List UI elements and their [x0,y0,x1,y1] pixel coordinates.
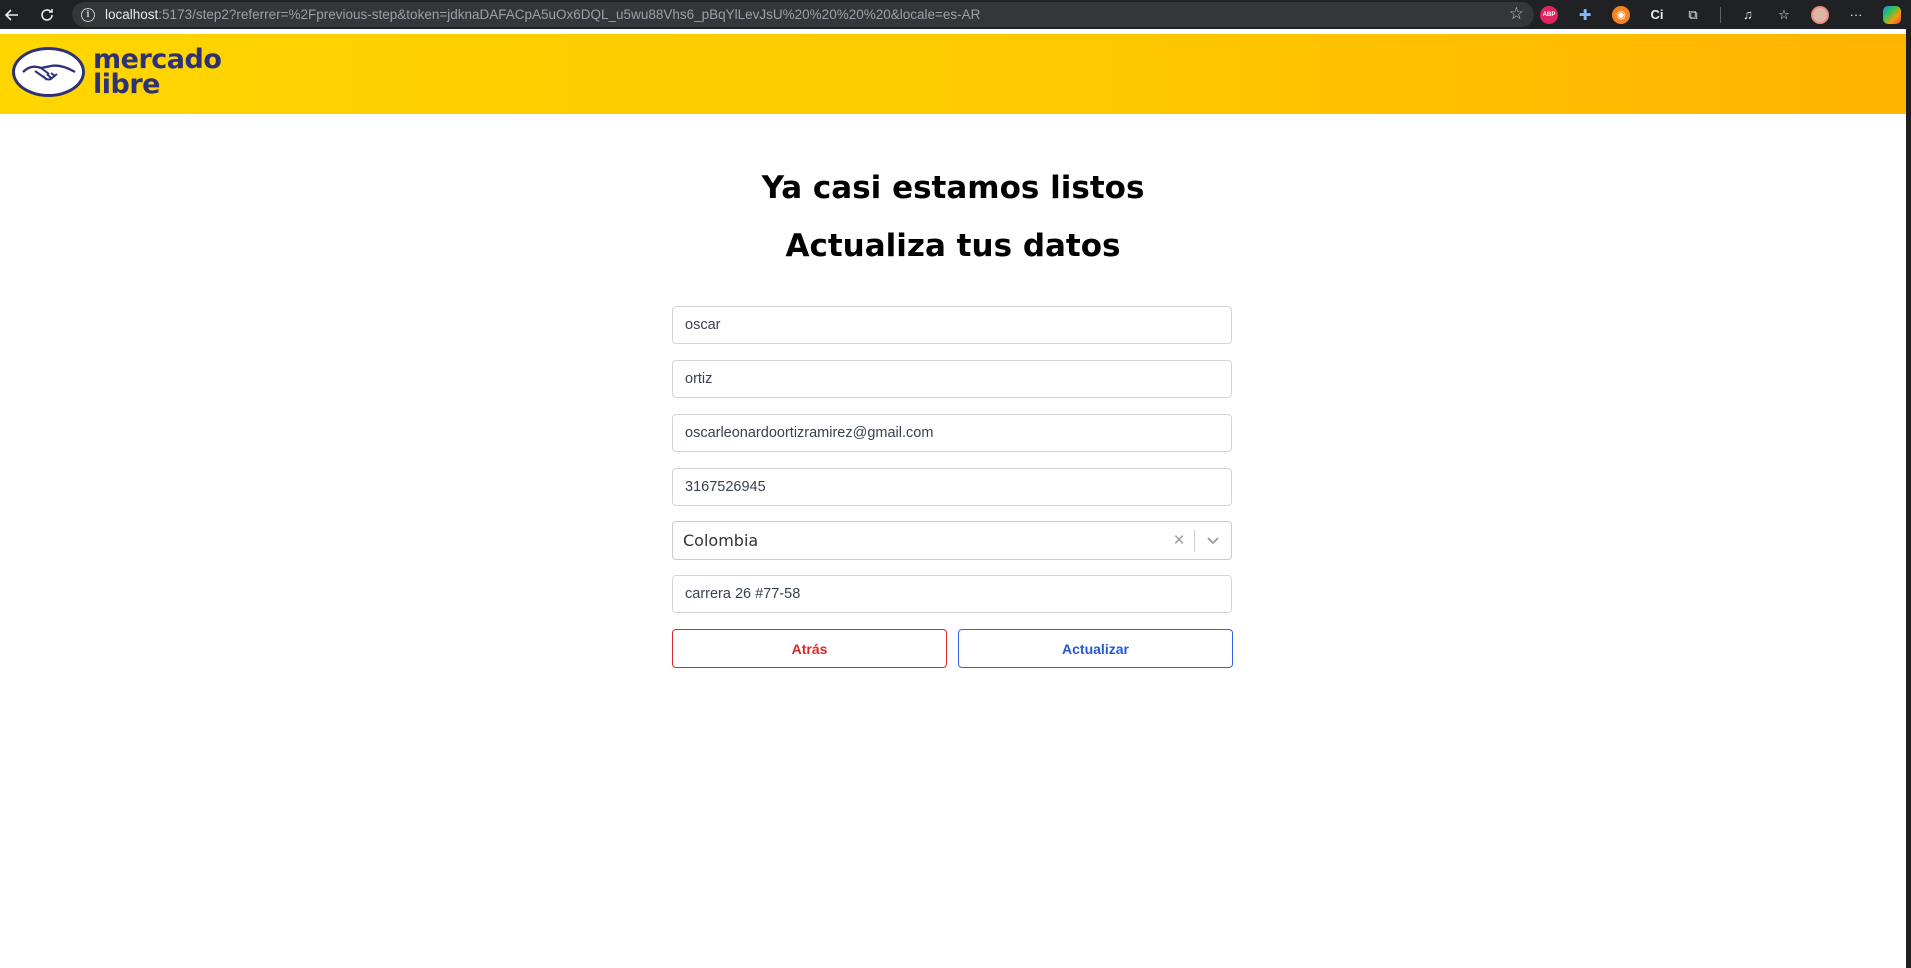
more-icon[interactable]: ··· [1847,6,1865,24]
back-button[interactable]: Atrás [672,629,947,668]
reload-icon[interactable] [34,2,60,28]
abp-icon[interactable]: ABP [1540,5,1558,24]
puzzle-icon[interactable]: ⧉ [1684,6,1702,24]
page-subtitle: Actualiza tus datos [785,228,1121,264]
chevron-down-icon[interactable] [1195,536,1231,546]
email-field[interactable] [672,414,1232,452]
extension-icon[interactable]: ✚ [1576,6,1594,24]
handshake-icon [12,47,85,97]
first-name-field[interactable] [672,306,1232,344]
update-button[interactable]: Actualizar [958,629,1233,668]
last-name-field[interactable] [672,360,1232,398]
copilot-icon[interactable] [1883,5,1901,24]
country-select[interactable]: Colombia × [672,521,1232,560]
logo-text: mercado libre [93,44,222,100]
page-title: Ya casi estamos listos [761,170,1145,206]
favorites-icon[interactable]: ☆ [1775,6,1793,24]
country-value: Colombia [683,531,759,550]
url-text: localhost:5173/step2?referrer=%2Fpreviou… [105,7,981,22]
ci-icon[interactable]: Ci [1648,6,1666,24]
star-icon[interactable]: ☆ [1509,4,1524,24]
window-edge [1906,29,1911,968]
clear-icon[interactable]: × [1164,530,1194,552]
site-header: mercado libre [0,34,1906,114]
extensions-area: ABP ✚ ◉ Ci ⧉ ♫ ☆ ··· [1540,0,1911,29]
address-bar[interactable]: i localhost:5173/step2?referrer=%2Fprevi… [72,2,1534,27]
rss-icon[interactable]: ◉ [1612,5,1630,24]
address-field[interactable] [672,575,1232,613]
info-icon[interactable]: i [81,7,95,22]
browser-toolbar: i localhost:5173/step2?referrer=%2Fprevi… [0,0,1911,29]
back-icon[interactable] [0,2,24,28]
mercadolibre-logo[interactable]: mercado libre [12,44,222,100]
toolbar-divider [1720,6,1721,23]
profile-avatar[interactable] [1811,5,1829,24]
phone-field[interactable] [672,468,1232,506]
media-icon[interactable]: ♫ [1739,6,1757,24]
